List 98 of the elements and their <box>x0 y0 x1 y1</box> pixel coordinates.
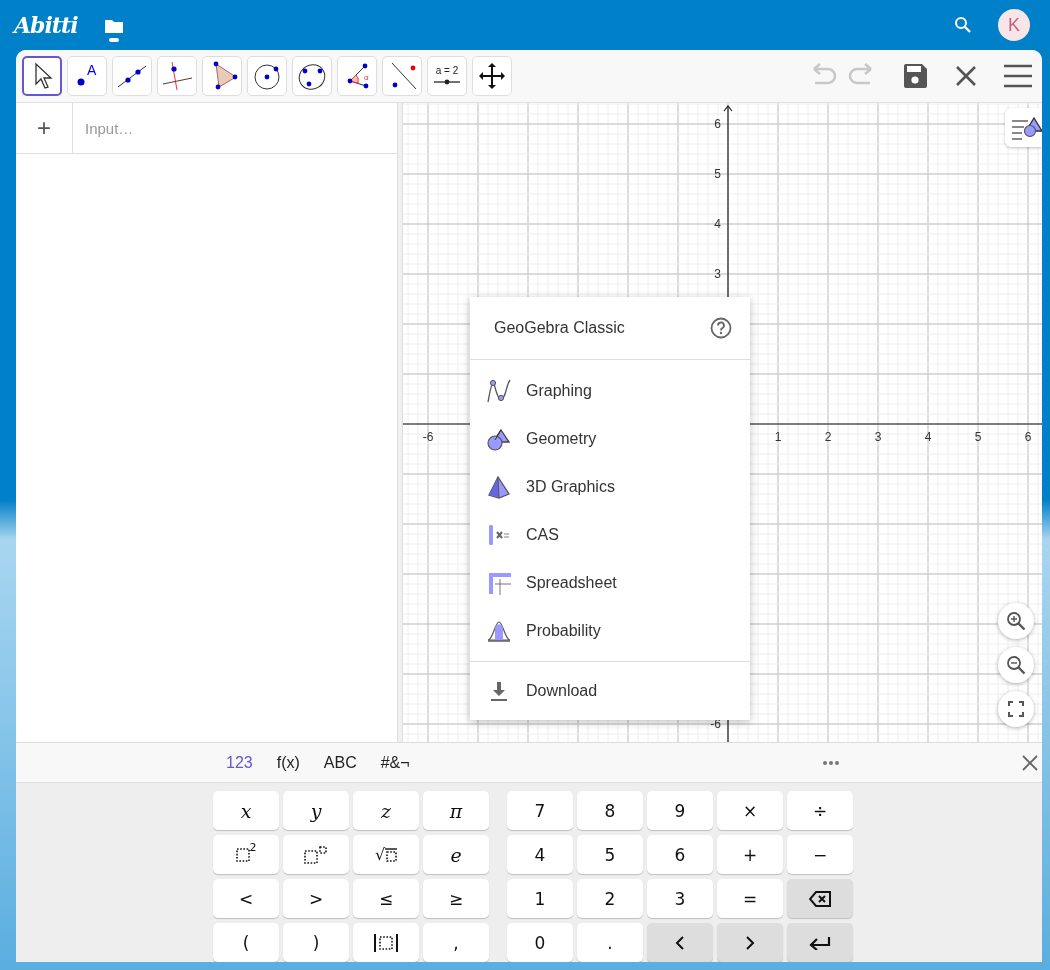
fullscreen-icon <box>1008 701 1024 717</box>
keyboard-key[interactable]: 8 <box>577 791 643 830</box>
curve-icon <box>486 378 512 404</box>
keyboard-key[interactable]: < <box>213 879 279 918</box>
keyboard-key[interactable]: 1 <box>507 879 573 918</box>
dotted-box-icon <box>235 847 250 862</box>
axis-label: 1 <box>774 430 782 444</box>
keyboard-key[interactable]: 7 <box>507 791 573 830</box>
download-item[interactable]: Download <box>470 661 750 720</box>
geometry-item[interactable]: Geometry <box>470 415 750 463</box>
menu-icon[interactable] <box>1004 64 1032 88</box>
input-field[interactable]: Input… <box>83 118 367 138</box>
reflect-tool[interactable] <box>382 56 422 96</box>
variable-key[interactable]: x <box>213 791 279 830</box>
variable-key[interactable]: z <box>353 791 419 830</box>
square-root-key[interactable]: √ <box>353 835 419 874</box>
keyboard-key[interactable]: , <box>423 923 489 962</box>
folder-icon <box>103 17 124 43</box>
zoom-out-button[interactable] <box>998 647 1034 683</box>
move-tool[interactable] <box>22 56 62 96</box>
folder-button[interactable] <box>103 17 124 43</box>
keyboard-key[interactable]: = <box>717 879 783 918</box>
absolute-value-key[interactable] <box>353 923 419 962</box>
keyboard-key[interactable]: 9 <box>647 791 713 830</box>
conic-tool[interactable] <box>292 56 332 96</box>
keyboard-key[interactable]: . <box>577 923 643 962</box>
axis-label: 4 <box>714 217 721 231</box>
cas-item[interactable]: CAS <box>470 511 750 559</box>
keyboard-key[interactable]: 0 <box>507 923 573 962</box>
enter-key[interactable] <box>787 923 853 962</box>
keyboard-key[interactable]: + <box>717 835 783 874</box>
keyboard-key[interactable]: × <box>717 791 783 830</box>
keyboard-key[interactable]: ≤ <box>353 879 419 918</box>
variable-key[interactable]: e <box>423 835 489 874</box>
circle-tool[interactable] <box>247 56 287 96</box>
polygon-tool[interactable] <box>202 56 242 96</box>
keyboard-key[interactable]: 5 <box>577 835 643 874</box>
keyboard-key[interactable]: ÷ <box>787 791 853 830</box>
style-bar-toggle[interactable] <box>1005 108 1042 147</box>
power-icon <box>304 845 328 864</box>
chevron-right-icon <box>745 935 755 950</box>
square-key[interactable]: 2 <box>213 835 279 874</box>
save-icon[interactable] <box>902 63 928 89</box>
axis-label: 4 <box>924 430 932 444</box>
more-icon[interactable] <box>822 759 840 766</box>
variable-key[interactable]: π <box>423 791 489 830</box>
backspace-icon <box>809 890 831 907</box>
zoom-in-icon <box>1006 611 1026 631</box>
keyboard-tab[interactable]: 123 <box>214 742 265 783</box>
keyboard-tab[interactable]: ABC <box>311 742 369 783</box>
axis-label: 3 <box>874 430 882 444</box>
axis-label: -6 <box>422 430 434 444</box>
axis-label: 5 <box>714 167 721 181</box>
style-bar-icon <box>1010 114 1042 141</box>
spreadsheet-item[interactable]: Spreadsheet <box>470 559 750 607</box>
axis-label: 6 <box>1024 430 1032 444</box>
perpendicular-line-tool[interactable] <box>157 56 197 96</box>
pyramid-icon <box>486 474 512 500</box>
cas-icon <box>486 522 512 548</box>
chevron-left-icon <box>675 935 685 950</box>
keyboard-key[interactable]: − <box>787 835 853 874</box>
axis-label: 2 <box>824 430 832 444</box>
abitti-logo: Abitti <box>14 12 78 38</box>
crossing-lines-icon <box>160 59 194 93</box>
axis-label: 5 <box>974 430 982 444</box>
keyboard-key[interactable]: ≥ <box>423 879 489 918</box>
zoom-in-button[interactable] <box>998 603 1034 639</box>
keyboard-key[interactable]: ) <box>283 923 349 962</box>
close-keyboard-icon[interactable] <box>1022 754 1038 771</box>
keyboard-key[interactable]: 3 <box>647 879 713 918</box>
keyboard-key[interactable]: ( <box>213 923 279 962</box>
variable-key[interactable]: y <box>283 791 349 830</box>
add-button[interactable]: + <box>16 103 73 153</box>
keyboard-key[interactable]: > <box>283 879 349 918</box>
enter-icon <box>809 935 831 950</box>
backspace-key[interactable] <box>787 879 853 918</box>
keyboard-key[interactable]: 4 <box>507 835 573 874</box>
line-tool[interactable] <box>112 56 152 96</box>
axis-label: 3 <box>714 267 721 281</box>
probability-item[interactable]: Probability <box>470 607 750 655</box>
dotted-box-icon <box>385 847 398 862</box>
table-icon <box>486 570 512 596</box>
search-icon[interactable] <box>954 16 972 34</box>
keyboard-tab[interactable]: #&¬ <box>368 742 422 783</box>
3d-graphics-item[interactable]: 3D Graphics <box>470 463 750 511</box>
power-key[interactable] <box>283 835 349 874</box>
keyboard-key[interactable]: 2 <box>577 879 643 918</box>
axis-label: 6 <box>714 117 721 131</box>
menu-title: GeoGebra Classic <box>494 319 625 337</box>
close-icon[interactable] <box>955 65 977 87</box>
keyboard-tab[interactable]: f(x) <box>264 742 312 783</box>
absolute-value-icon <box>373 932 399 953</box>
move-view-tool[interactable] <box>472 56 512 96</box>
zoom-out-icon <box>1006 655 1026 675</box>
fullscreen-button[interactable] <box>998 691 1034 727</box>
graphing-item[interactable]: Graphing <box>470 367 750 415</box>
help-icon[interactable] <box>710 317 732 339</box>
keyboard-key[interactable]: 6 <box>647 835 713 874</box>
